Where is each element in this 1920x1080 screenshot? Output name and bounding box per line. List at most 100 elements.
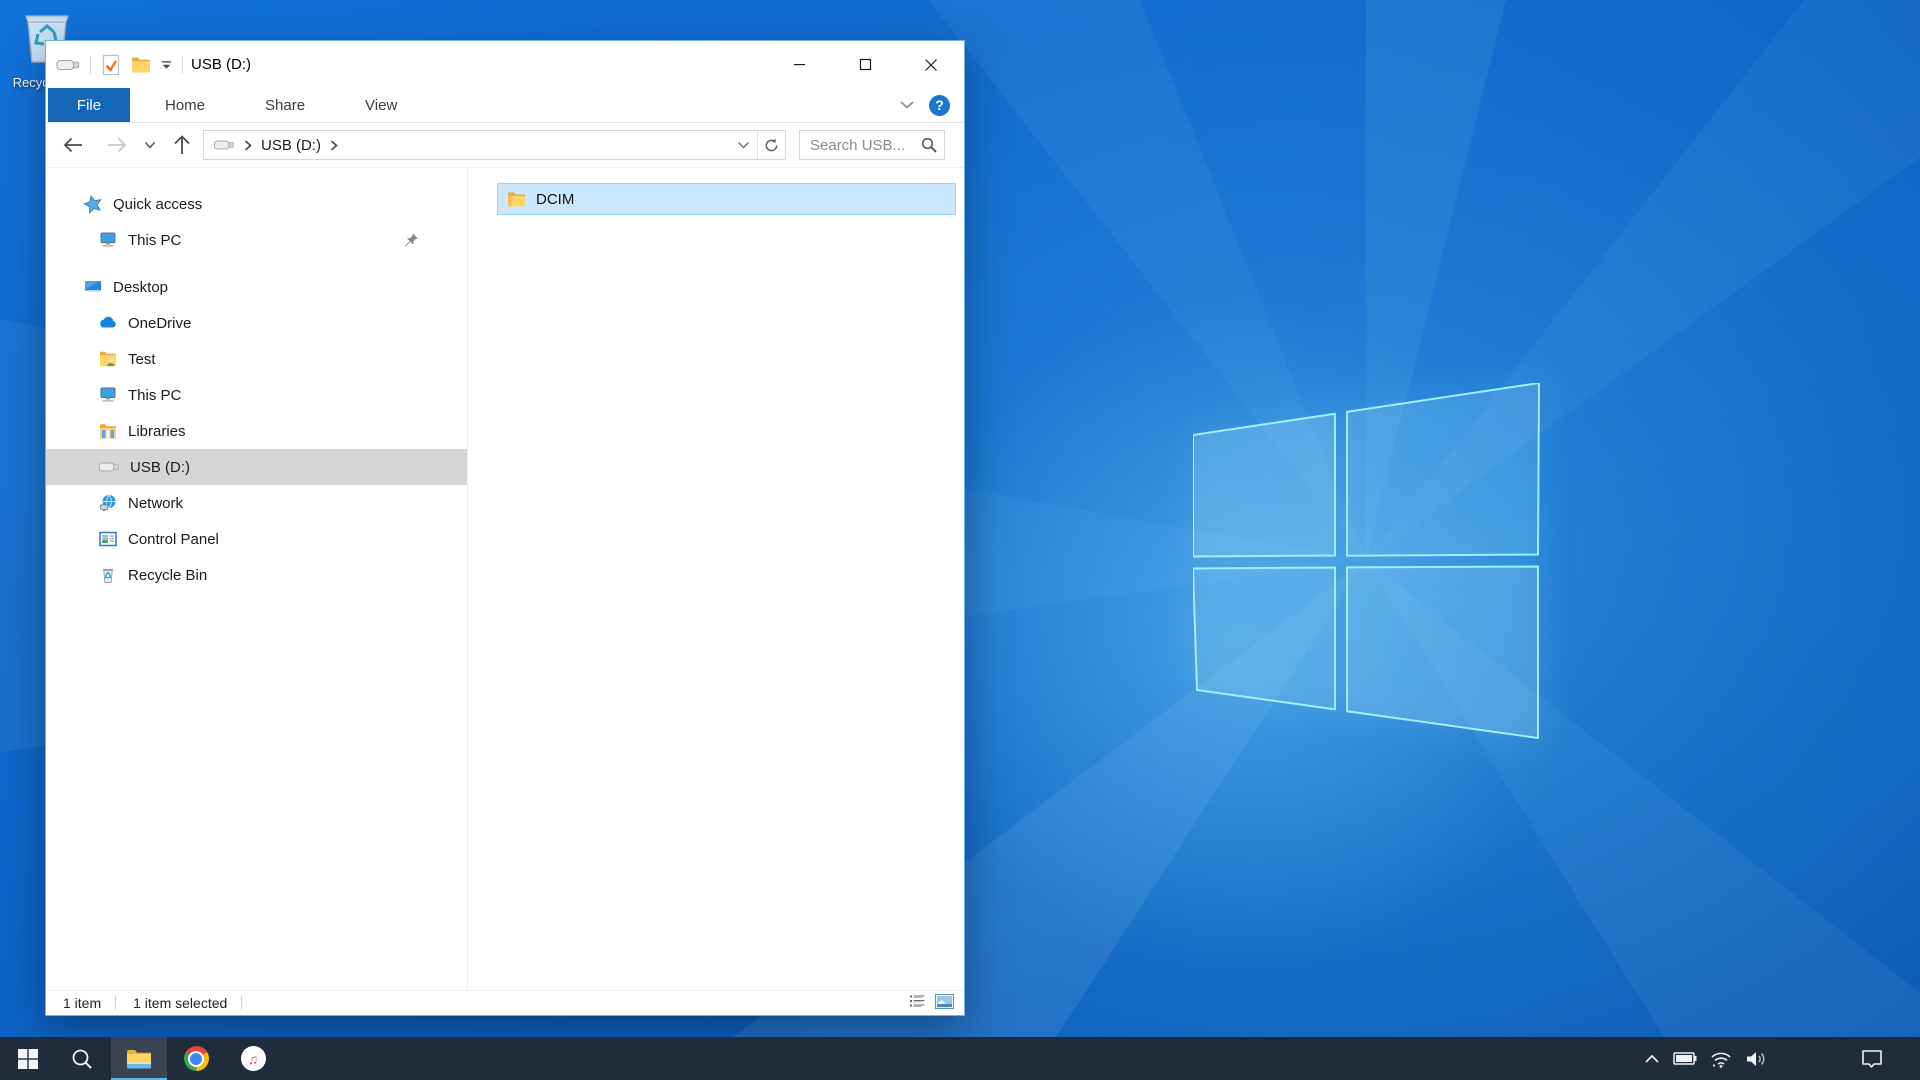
volume-icon[interactable] xyxy=(1741,1037,1773,1080)
address-bar[interactable]: USB (D:) xyxy=(203,130,786,160)
breadcrumb-chevron-icon[interactable] xyxy=(330,140,338,151)
recycle-bin-icon xyxy=(98,565,118,585)
toolbar-separator xyxy=(90,56,91,74)
selection-count: 1 item selected xyxy=(116,995,241,1011)
breadcrumb: USB (D:) xyxy=(204,137,338,154)
sidebar-item-label: USB (D:) xyxy=(130,459,190,476)
taskbar-search-button[interactable] xyxy=(54,1037,110,1080)
sidebar-item-label: Network xyxy=(128,495,183,512)
status-bar: 1 item 1 item selected xyxy=(46,990,964,1015)
onedrive-icon xyxy=(98,313,118,333)
file-explorer-window: USB (D:) File Home Share View xyxy=(45,40,965,1016)
tray-expand-button[interactable] xyxy=(1636,1037,1668,1080)
battery-icon[interactable] xyxy=(1669,1037,1701,1080)
usb-drive-icon xyxy=(98,460,120,474)
this-pc-icon xyxy=(98,385,118,405)
status-divider xyxy=(241,996,242,1010)
sidebar-item-label: Libraries xyxy=(128,423,186,440)
qat-dropdown-icon[interactable] xyxy=(161,59,172,70)
title-bar[interactable]: USB (D:) xyxy=(46,41,964,88)
search-input[interactable] xyxy=(808,136,924,155)
file-item-dcim[interactable]: DCIM xyxy=(497,183,956,215)
sidebar-item-this-pc[interactable]: This PC xyxy=(46,377,467,413)
itunes-icon: ♫ xyxy=(241,1046,266,1071)
this-pc-icon xyxy=(98,230,118,250)
windows-wallpaper-logo xyxy=(1193,383,1540,739)
ribbon-tabs: File Home Share View ? xyxy=(46,88,964,123)
user-folder-icon xyxy=(98,349,118,369)
wifi-icon[interactable] xyxy=(1705,1037,1737,1080)
refresh-icon[interactable] xyxy=(757,131,785,159)
window-title: USB (D:) xyxy=(191,56,251,73)
help-button[interactable]: ? xyxy=(929,95,950,116)
tab-view[interactable]: View xyxy=(342,88,420,122)
address-dropdown-chevron-icon[interactable] xyxy=(730,131,757,159)
recent-locations-chevron-icon[interactable] xyxy=(144,141,156,150)
quick-access-toolbar xyxy=(56,54,183,76)
pin-icon xyxy=(403,232,419,248)
new-folder-icon[interactable] xyxy=(131,56,151,73)
sidebar-item-usb-drive[interactable]: USB (D:) xyxy=(46,449,467,485)
tab-home[interactable]: Home xyxy=(142,88,228,122)
navigation-bar: USB (D:) xyxy=(46,123,964,168)
taskbar-chrome-button[interactable] xyxy=(168,1037,224,1080)
taskbar: ♫ xyxy=(0,1037,1920,1080)
file-name: DCIM xyxy=(536,191,574,208)
libraries-icon xyxy=(98,421,118,441)
network-icon xyxy=(98,493,118,513)
search-box[interactable] xyxy=(799,130,945,160)
navigation-pane: Quick access This PC xyxy=(46,168,468,990)
usb-drive-icon[interactable] xyxy=(213,138,235,152)
sidebar-item-desktop[interactable]: Desktop xyxy=(46,269,467,305)
up-button-icon[interactable] xyxy=(173,135,191,155)
desktop-icon xyxy=(83,277,103,297)
sidebar-item-label: Recycle Bin xyxy=(128,567,207,584)
sidebar-item-label: Test xyxy=(128,351,156,368)
large-icons-view-button[interactable] xyxy=(935,994,954,1009)
forward-button-icon[interactable] xyxy=(106,136,128,154)
sidebar-item-label: This PC xyxy=(128,387,181,404)
sidebar-item-quick-access[interactable]: Quick access xyxy=(46,186,467,222)
breadcrumb-segment[interactable]: USB (D:) xyxy=(261,137,321,154)
start-button[interactable] xyxy=(0,1037,56,1080)
star-icon xyxy=(83,194,103,214)
usb-drive-icon[interactable] xyxy=(56,57,80,73)
ribbon-collapse-chevron-icon[interactable] xyxy=(899,100,915,110)
back-button-icon[interactable] xyxy=(62,136,84,154)
close-button[interactable] xyxy=(898,41,964,88)
properties-icon[interactable] xyxy=(101,54,121,76)
explorer-icon xyxy=(126,1048,152,1070)
taskbar-itunes-button[interactable]: ♫ xyxy=(225,1037,281,1080)
search-icon xyxy=(70,1047,94,1071)
chrome-icon xyxy=(184,1046,209,1071)
item-count: 1 item xyxy=(46,995,115,1011)
action-center-icon[interactable] xyxy=(1856,1037,1888,1080)
sidebar-item-label: OneDrive xyxy=(128,315,191,332)
window-controls xyxy=(766,41,964,88)
chevron-up-icon xyxy=(1644,1054,1660,1064)
sidebar-item-label: Desktop xyxy=(113,279,168,296)
maximize-icon xyxy=(859,58,872,71)
sidebar-item-recycle-bin[interactable]: Recycle Bin xyxy=(46,557,467,593)
sidebar-item-network[interactable]: Network xyxy=(46,485,467,521)
search-icon[interactable] xyxy=(920,136,938,154)
tab-share[interactable]: Share xyxy=(242,88,328,122)
minimize-button[interactable] xyxy=(766,41,832,88)
taskbar-file-explorer-button[interactable] xyxy=(111,1037,167,1080)
tab-file[interactable]: File xyxy=(48,88,130,122)
maximize-button[interactable] xyxy=(832,41,898,88)
details-view-button[interactable] xyxy=(909,994,926,1009)
file-list[interactable]: DCIM xyxy=(468,168,964,990)
sidebar-item-test[interactable]: Test xyxy=(46,341,467,377)
close-icon xyxy=(924,58,938,72)
sidebar-item-onedrive[interactable]: OneDrive xyxy=(46,305,467,341)
sidebar-item-label: This PC xyxy=(128,232,181,249)
minimize-icon xyxy=(793,58,806,71)
sidebar-item-this-pc-pinned[interactable]: This PC xyxy=(46,222,467,258)
folder-icon xyxy=(507,191,526,207)
sidebar-item-control-panel[interactable]: Control Panel xyxy=(46,521,467,557)
sidebar-item-label: Quick access xyxy=(113,196,202,213)
sidebar-item-libraries[interactable]: Libraries xyxy=(46,413,467,449)
breadcrumb-chevron-icon[interactable] xyxy=(244,140,252,151)
sidebar-item-label: Control Panel xyxy=(128,531,219,548)
